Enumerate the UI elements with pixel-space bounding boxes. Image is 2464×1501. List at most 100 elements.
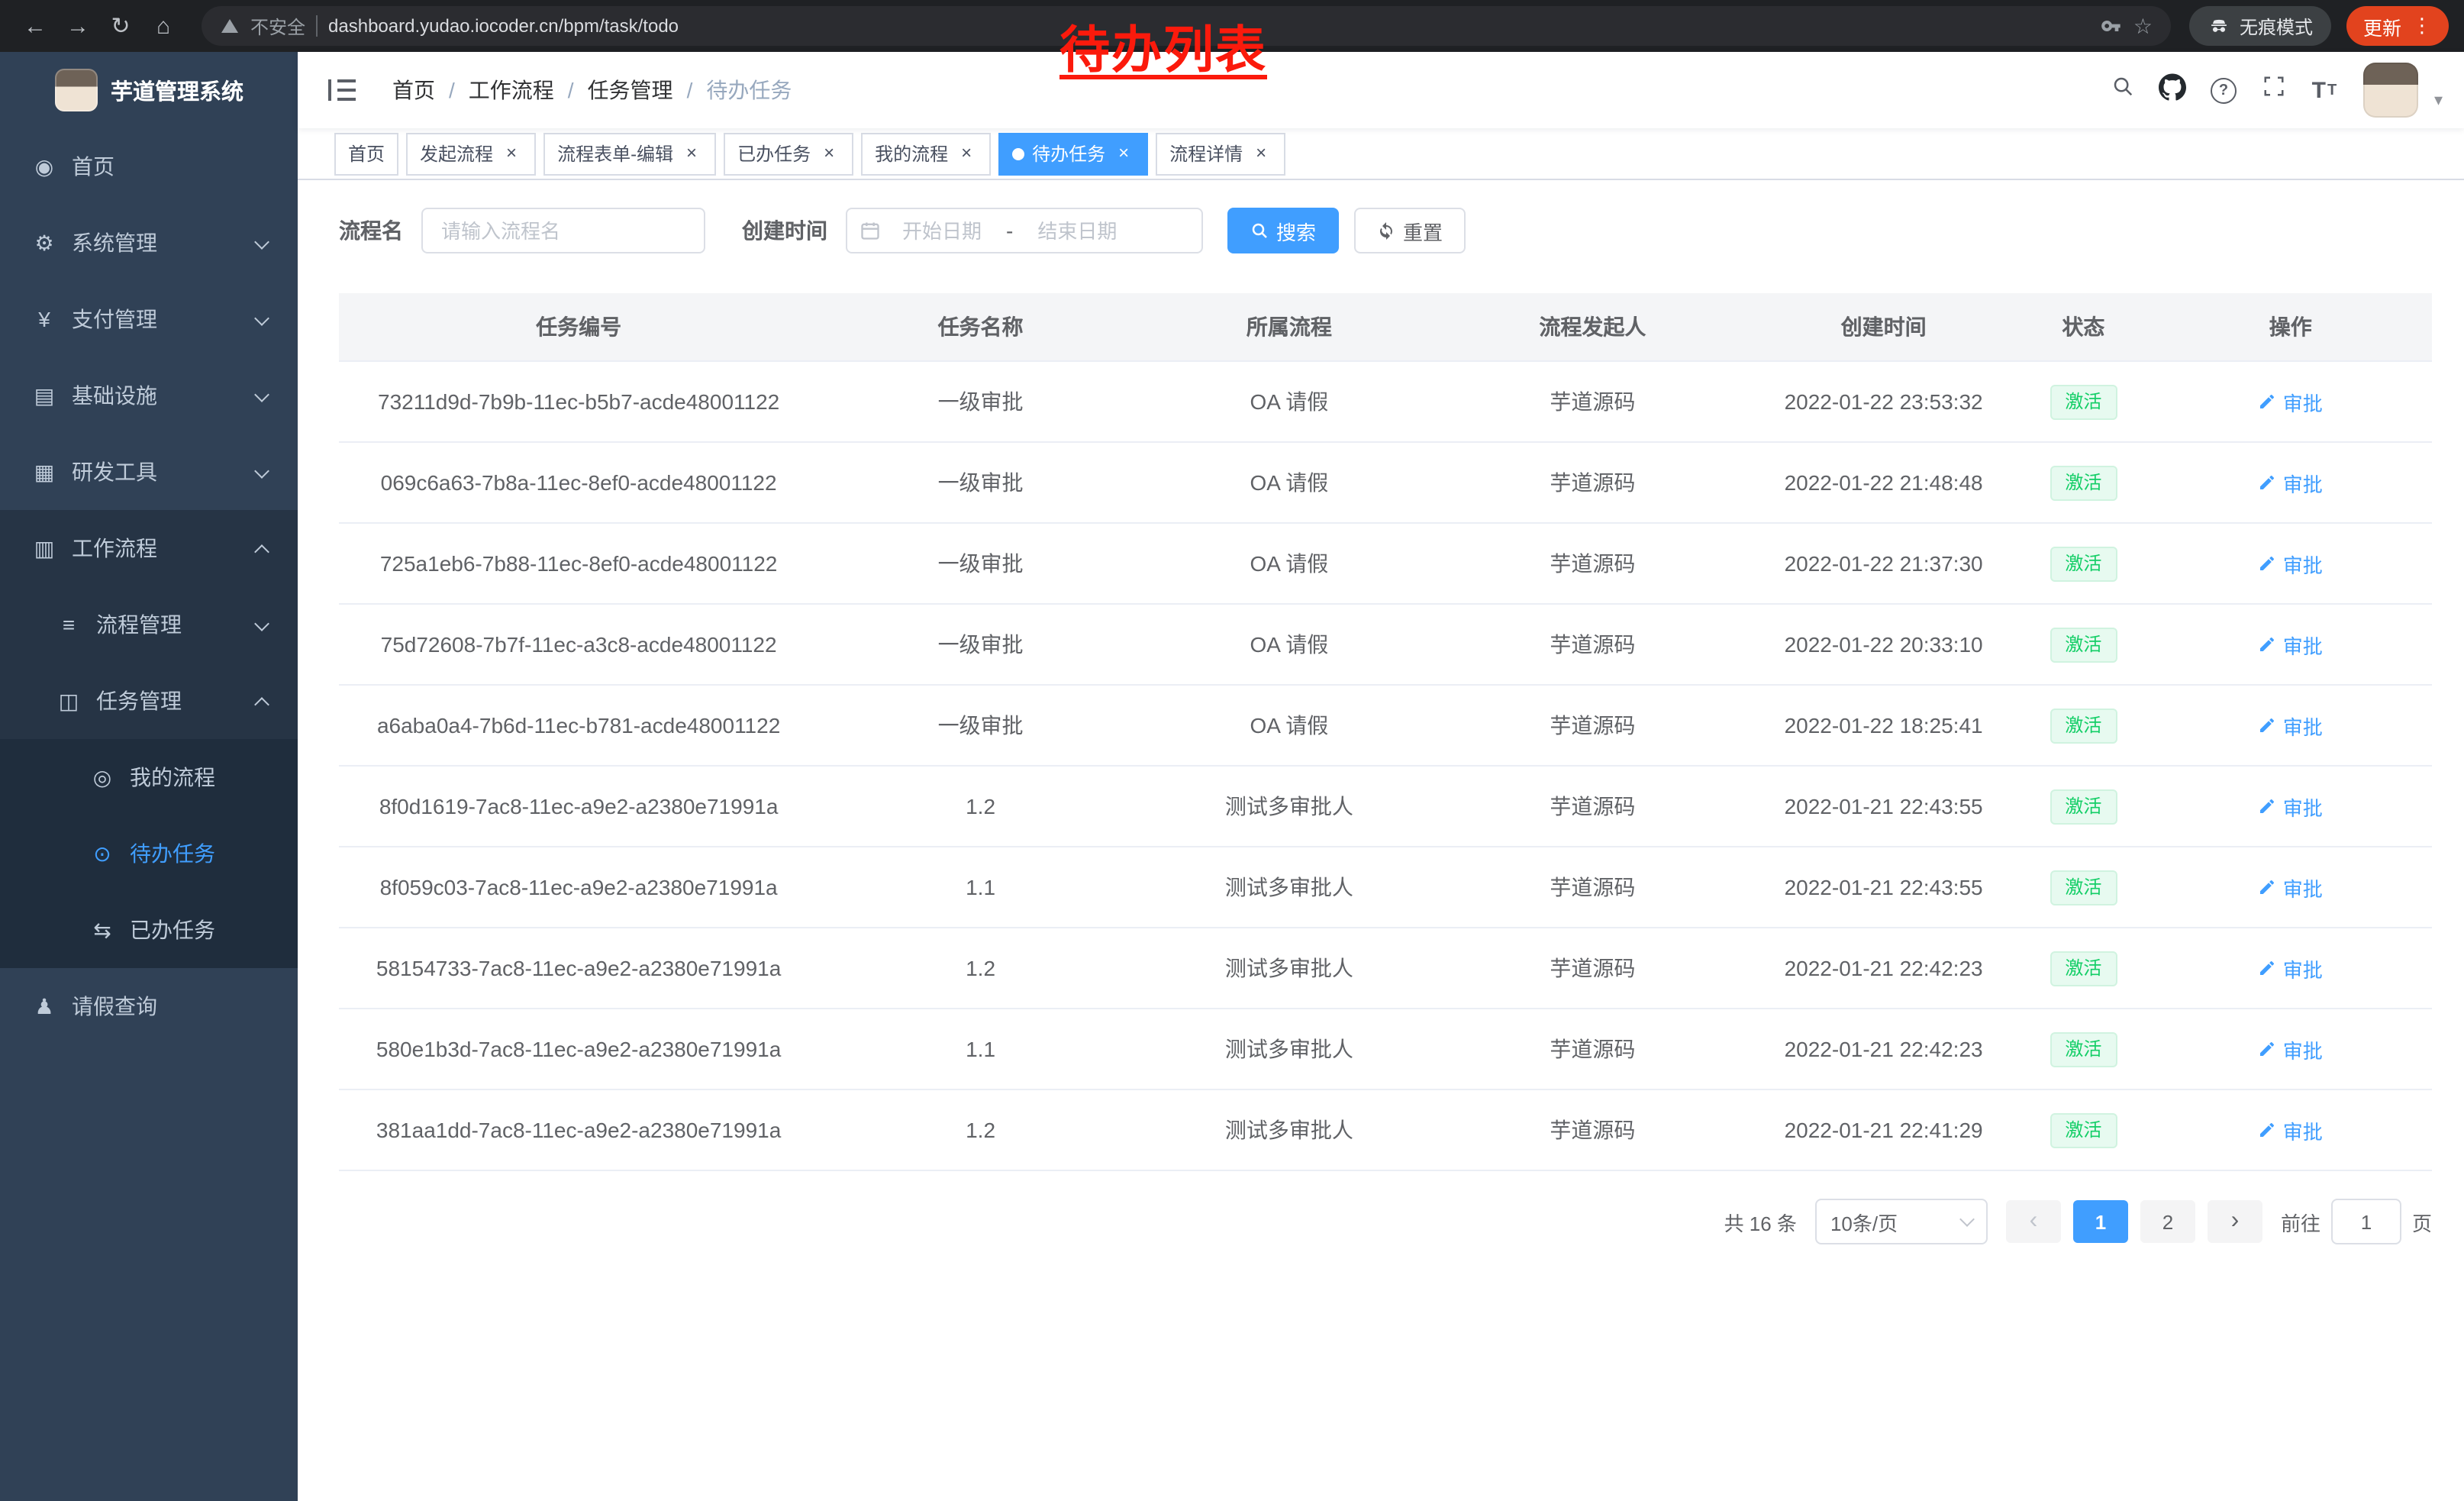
sidebar-item-label: 请假查询 — [72, 991, 157, 1022]
date-range-picker[interactable]: - — [846, 208, 1203, 253]
close-icon[interactable]: × — [818, 143, 840, 164]
cell-process: 测试多审批人 — [1143, 928, 1436, 1009]
page-button-2[interactable]: 2 — [2140, 1200, 2195, 1243]
sidebar-item-task-management[interactable]: ◫任务管理 — [0, 663, 298, 739]
approve-link[interactable]: 审批 — [2259, 1035, 2323, 1064]
tab-item[interactable]: 已办任务× — [724, 132, 853, 175]
breadcrumb-item[interactable]: 首页 — [392, 75, 435, 105]
approve-link[interactable]: 审批 — [2259, 954, 2323, 983]
pager-pages: 12 — [2073, 1200, 2195, 1243]
github-icon — [2159, 73, 2187, 108]
cell-created-time: 2022-01-22 23:53:32 — [1750, 361, 2017, 442]
sidebar-item-dev-tools[interactable]: ▦研发工具 — [0, 434, 298, 510]
home-button[interactable]: ⌂ — [144, 6, 183, 46]
update-label: 更新 — [2363, 11, 2401, 40]
approve-label: 审批 — [2283, 630, 2323, 659]
column-header: 任务名称 — [818, 293, 1143, 361]
next-page-button[interactable]: › — [2208, 1200, 2262, 1243]
logo[interactable]: 芋道管理系统 — [0, 52, 298, 128]
address-divider — [316, 15, 318, 37]
github-button[interactable] — [2153, 70, 2193, 110]
approve-link[interactable]: 审批 — [2259, 1115, 2323, 1144]
sidebar-item-workflow[interactable]: ▥工作流程 — [0, 510, 298, 586]
cell-actions: 审批 — [2150, 928, 2433, 1009]
approve-link[interactable]: 审批 — [2259, 873, 2323, 902]
edit-icon — [2259, 1040, 2277, 1058]
reload-button[interactable]: ↻ — [101, 6, 140, 46]
cell-actions: 审批 — [2150, 766, 2433, 847]
swap-icon: ⇆ — [89, 917, 116, 943]
cell-status: 激活 — [2017, 685, 2149, 766]
approve-link[interactable]: 审批 — [2259, 549, 2323, 578]
tab-item[interactable]: 待办任务× — [998, 132, 1148, 175]
home-icon: ⌂ — [156, 13, 170, 39]
cell-initiator: 芋道源码 — [1436, 766, 1750, 847]
password-key-icon[interactable] — [2101, 15, 2123, 37]
prev-page-button[interactable]: ‹ — [2006, 1200, 2061, 1243]
caret-down-icon[interactable]: ▾ — [2434, 90, 2443, 110]
back-button[interactable]: ← — [15, 6, 55, 46]
update-button[interactable]: 更新 ⋮ — [2346, 6, 2449, 46]
fullscreen-button[interactable] — [2254, 70, 2294, 110]
approve-link[interactable]: 审批 — [2259, 387, 2323, 416]
sidebar-item-payment-management[interactable]: ¥支付管理 — [0, 281, 298, 357]
sidebar-item-leave-query[interactable]: ♟请假查询 — [0, 968, 298, 1044]
status-badge: 激活 — [2050, 951, 2117, 986]
sidebar-item-done-task[interactable]: ⇆已办任务 — [0, 892, 298, 968]
sidebar-item-process-management[interactable]: ≡流程管理 — [0, 586, 298, 663]
breadcrumb-item[interactable]: 任务管理 — [588, 75, 673, 105]
tab-item[interactable]: 流程详情 × — [1156, 132, 1285, 175]
process-name-input[interactable] — [421, 208, 705, 253]
goto-page-input[interactable] — [2331, 1199, 2401, 1244]
sidebar-item-infrastructure[interactable]: ▤基础设施 — [0, 357, 298, 434]
search-button[interactable] — [2103, 70, 2143, 110]
search-icon — [2111, 75, 2134, 105]
tab-item[interactable]: 流程表单-编辑× — [543, 132, 716, 175]
sidebar-item-todo-task[interactable]: ⊙待办任务 — [0, 815, 298, 892]
font-size-icon: T — [2312, 77, 2326, 103]
sidebar-item-label: 任务管理 — [96, 686, 182, 716]
tab-item[interactable]: 发起流程× — [406, 132, 536, 175]
close-icon[interactable]: × — [501, 143, 522, 164]
main-area: 首页/工作流程/任务管理/待办任务 ? — [298, 52, 2464, 1501]
cell-status: 激活 — [2017, 766, 2149, 847]
reset-button[interactable]: 重置 — [1354, 208, 1466, 253]
approve-link[interactable]: 审批 — [2259, 630, 2323, 659]
breadcrumb-item[interactable]: 工作流程 — [469, 75, 554, 105]
cell-initiator: 芋道源码 — [1436, 928, 1750, 1009]
sidebar-toggle-button[interactable] — [328, 79, 356, 101]
font-size-button[interactable]: TT — [2304, 70, 2344, 110]
close-icon[interactable]: × — [681, 143, 702, 164]
page-size-select[interactable]: 10条/页 — [1815, 1199, 1988, 1244]
close-icon[interactable]: × — [1250, 143, 1272, 164]
sidebar-item-system-management[interactable]: ⚙系统管理 — [0, 205, 298, 281]
sidebar-item-home[interactable]: ◉首页 — [0, 128, 298, 205]
cell-process: 测试多审批人 — [1143, 847, 1436, 928]
approve-link[interactable]: 审批 — [2259, 792, 2323, 821]
help-button[interactable]: ? — [2204, 70, 2243, 110]
close-icon[interactable]: × — [1113, 143, 1134, 164]
app-title: 芋道管理系统 — [111, 74, 243, 106]
forward-button[interactable]: → — [58, 6, 98, 46]
end-date-input[interactable] — [1019, 218, 1135, 244]
tab-label: 流程详情 — [1169, 140, 1243, 166]
close-icon[interactable]: × — [956, 143, 977, 164]
edit-icon — [2259, 392, 2277, 411]
monitor-icon: ▤ — [31, 383, 58, 408]
cell-created-time: 2022-01-22 21:37:30 — [1750, 523, 2017, 604]
approve-label: 审批 — [2283, 1035, 2323, 1064]
search-button-primary[interactable]: 搜索 — [1227, 208, 1339, 253]
sidebar-item-my-process[interactable]: ◎我的流程 — [0, 739, 298, 815]
bookmark-star-icon[interactable]: ☆ — [2133, 13, 2153, 39]
start-date-input[interactable] — [884, 218, 1000, 244]
approve-link[interactable]: 审批 — [2259, 711, 2323, 740]
tab-item[interactable]: 我的流程× — [861, 132, 991, 175]
user-avatar[interactable] — [2364, 63, 2419, 118]
cell-process: OA 请假 — [1143, 685, 1436, 766]
approve-label: 审批 — [2283, 387, 2323, 416]
tab-item[interactable]: 首页 — [334, 132, 398, 175]
approve-link[interactable]: 审批 — [2259, 468, 2323, 497]
page-button-1[interactable]: 1 — [2073, 1200, 2128, 1243]
url-text: dashboard.yudao.iocoder.cn/bpm/task/todo — [328, 15, 679, 37]
edit-icon — [2259, 797, 2277, 815]
